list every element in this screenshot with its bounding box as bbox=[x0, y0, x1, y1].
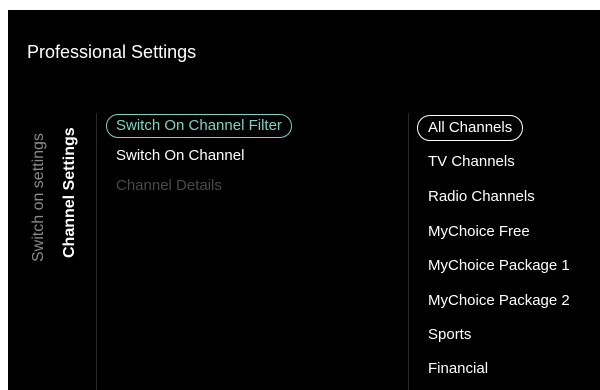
column-divider-right bbox=[408, 113, 409, 390]
column-divider-left bbox=[96, 113, 97, 390]
tv-settings-screen: Professional Settings Switch on settings… bbox=[8, 10, 600, 390]
page-title: Professional Settings bbox=[27, 42, 197, 62]
menu-item-channel-details: Channel Details bbox=[116, 177, 222, 194]
option-mychoice-package-1[interactable]: MyChoice Package 1 bbox=[417, 253, 581, 279]
option-mychoice-package-2[interactable]: MyChoice Package 2 bbox=[417, 288, 581, 314]
option-radio-channels[interactable]: Radio Channels bbox=[417, 184, 546, 210]
option-tv-channels[interactable]: TV Channels bbox=[417, 149, 526, 175]
breadcrumb-parent-tab[interactable]: Switch on settings bbox=[30, 133, 48, 262]
menu-item-switch-on-channel[interactable]: Switch On Channel bbox=[106, 144, 254, 168]
menu-item-switch-on-channel-filter[interactable]: Switch On Channel Filter bbox=[106, 114, 292, 138]
option-financial[interactable]: Financial bbox=[417, 356, 499, 382]
breadcrumb-current-tab[interactable]: Channel Settings bbox=[61, 127, 79, 258]
option-mychoice-free[interactable]: MyChoice Free bbox=[417, 219, 541, 245]
option-sports[interactable]: Sports bbox=[417, 322, 482, 348]
option-all-channels[interactable]: All Channels bbox=[417, 115, 524, 141]
